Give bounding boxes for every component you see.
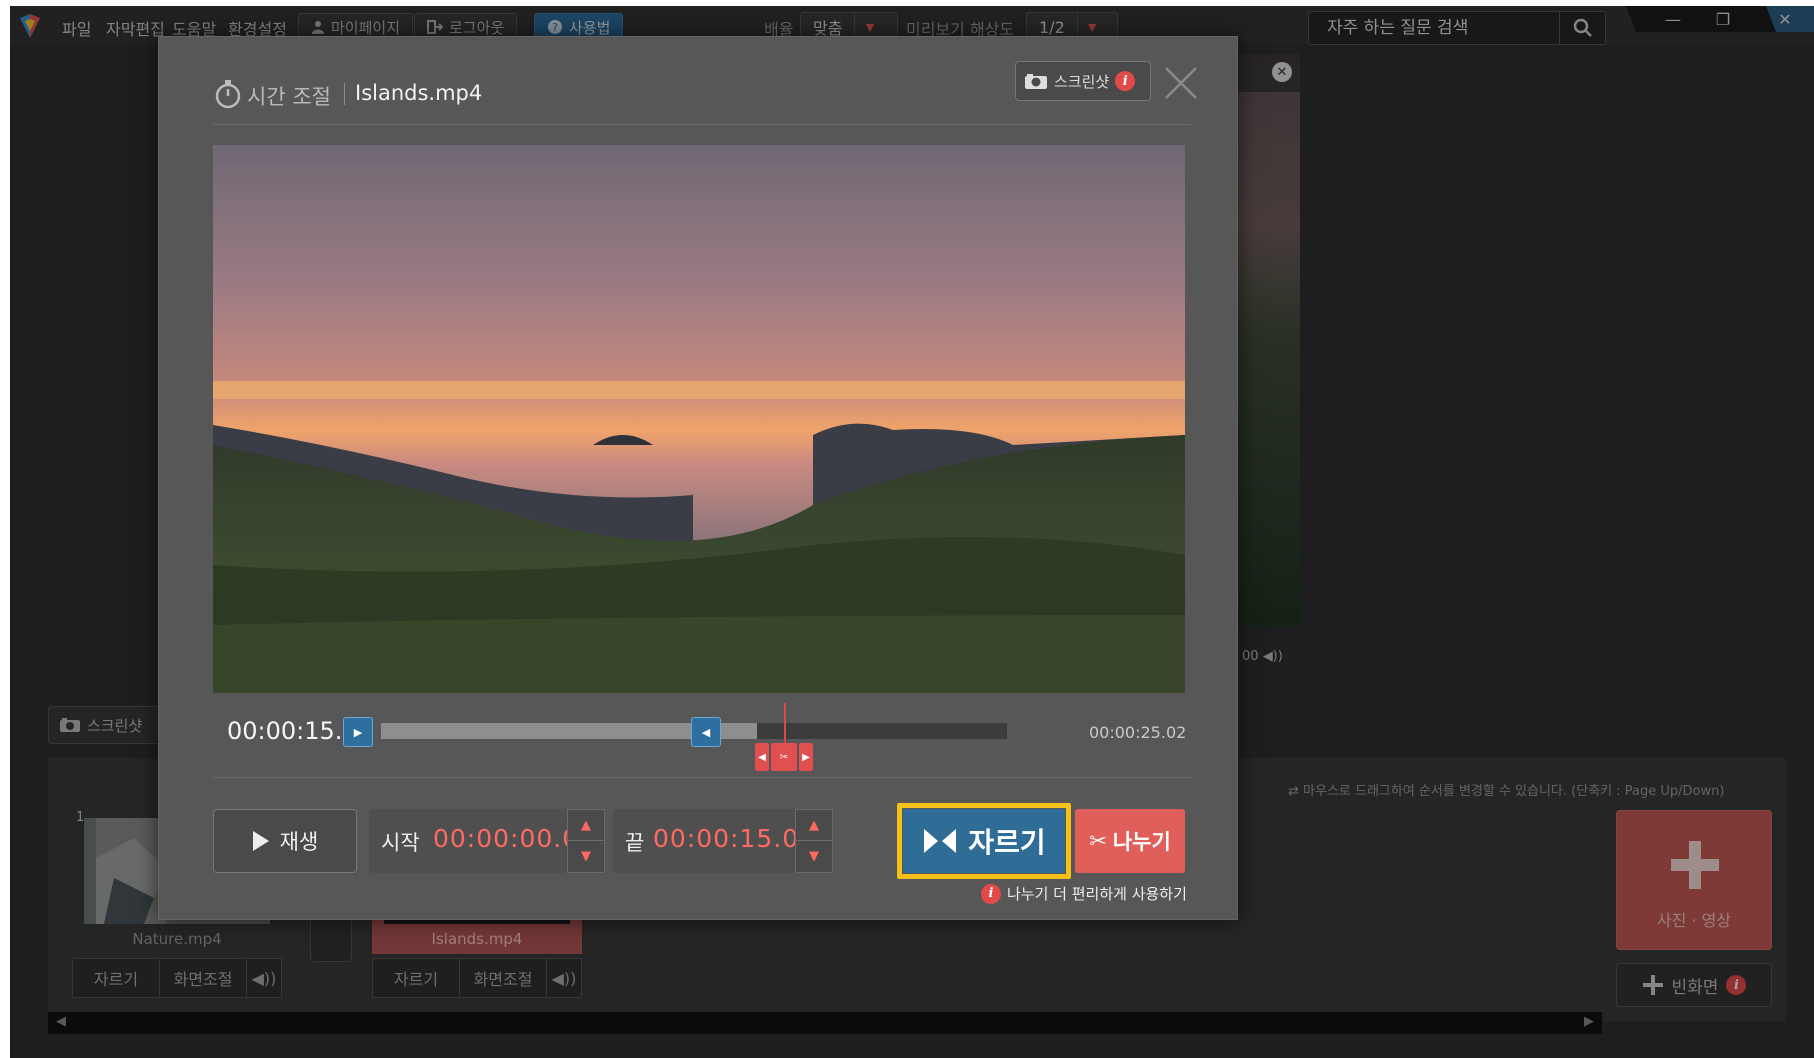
- start-label: 시작: [381, 831, 420, 855]
- end-label: 끝: [625, 831, 645, 855]
- app-window: 파일 자막편집 도움말 환경설정 마이페이지 로그아웃 ? 사용법 배율 맞춤 …: [10, 6, 1814, 1058]
- start-handle[interactable]: ▶: [343, 717, 373, 747]
- start-time-down-button[interactable]: ▼: [568, 841, 604, 872]
- scissors-icon: ✂: [771, 743, 797, 771]
- start-time-spinner: ▲ ▼: [567, 809, 605, 873]
- scissors-icon: ✂: [1089, 829, 1107, 853]
- split-marker[interactable]: ◀ ✂ ▶: [755, 743, 813, 771]
- info-icon: i: [1115, 71, 1136, 91]
- split-button[interactable]: ✂ 나누기: [1075, 809, 1185, 873]
- play-label: 재생: [279, 830, 319, 854]
- video-preview[interactable]: [213, 145, 1185, 693]
- end-time-spinner: ▲ ▼: [795, 809, 833, 873]
- play-button[interactable]: 재생: [213, 809, 357, 873]
- nudge-right-icon[interactable]: ▶: [799, 743, 813, 771]
- stopwatch-icon: [215, 80, 241, 109]
- time-adjust-dialog: 시간 조절 Islands.mp4 스크린샷 i 00:00:15.00 ▶ ◀…: [158, 36, 1238, 920]
- info-icon: i: [981, 883, 1001, 904]
- end-time-down-button[interactable]: ▼: [796, 841, 832, 872]
- split-hint-link[interactable]: i 나누기 더 편리하게 사용하기: [981, 883, 1187, 904]
- dialog-screenshot-button[interactable]: 스크린샷 i: [1015, 61, 1151, 101]
- end-time-input[interactable]: 00:00:15.00: [653, 824, 816, 853]
- end-handle[interactable]: ◀: [691, 717, 721, 747]
- dialog-screenshot-label: 스크린샷: [1054, 72, 1110, 91]
- dialog-filename: Islands.mp4: [355, 81, 483, 105]
- play-marker-icon: ▶: [353, 725, 363, 739]
- cut-button-highlight: [897, 803, 1071, 879]
- start-time-up-button[interactable]: ▲: [568, 810, 604, 841]
- dialog-close-button[interactable]: [1163, 65, 1199, 101]
- camera-icon: [1025, 74, 1047, 89]
- split-label: 나누기: [1112, 830, 1171, 854]
- dialog-title: 시간 조절: [247, 85, 331, 109]
- total-time: 00:00:25.02: [1089, 723, 1187, 742]
- play-icon: [252, 831, 269, 851]
- back-marker-icon: ◀: [701, 725, 711, 739]
- nudge-left-icon[interactable]: ◀: [755, 743, 769, 771]
- end-time-field: 끝 00:00:15.00 ▲ ▼: [613, 809, 833, 873]
- end-time-up-button[interactable]: ▲: [796, 810, 832, 841]
- start-time-field: 시작 00:00:00.00 ▲ ▼: [369, 809, 605, 873]
- split-hint-text: 나누기 더 편리하게 사용하기: [1007, 885, 1187, 903]
